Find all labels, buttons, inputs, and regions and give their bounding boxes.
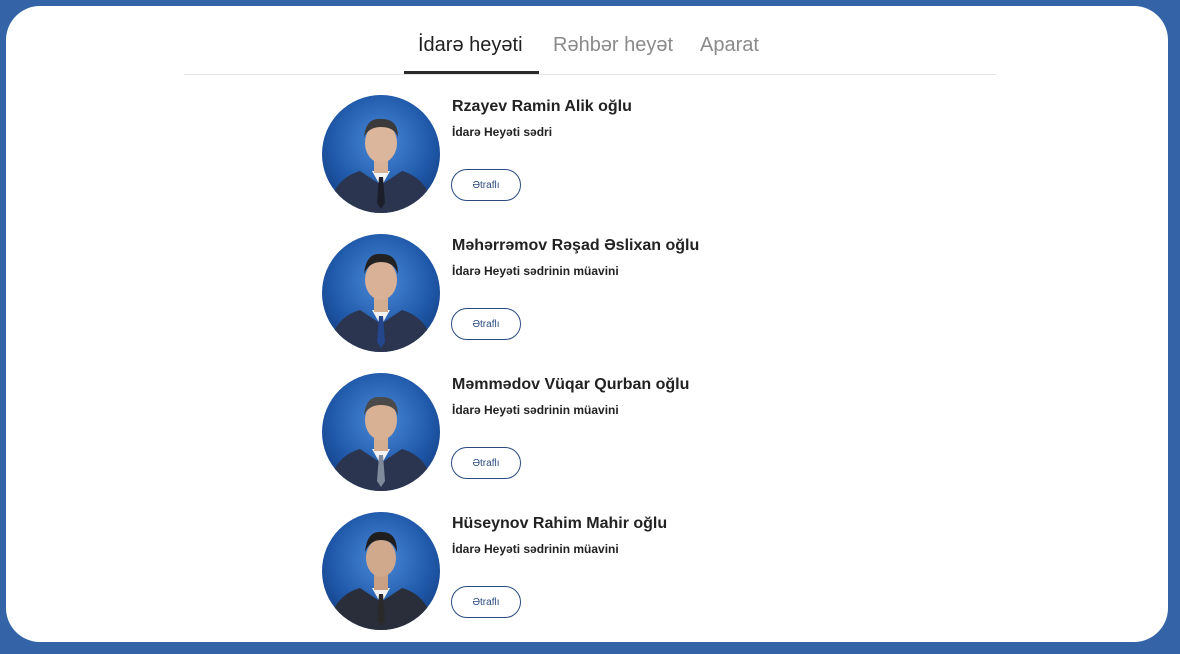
list-item: Hüseynov Rahim Mahir oğlu İdarə Heyəti s…	[322, 512, 922, 632]
list-item: Məmmədov Vüqar Qurban oğlu İdarə Heyəti …	[322, 373, 922, 493]
person-name: Rzayev Ramin Alik oğlu	[452, 98, 632, 115]
person-role: İdarə Heyəti sədrinin müavini	[452, 264, 619, 278]
person-portrait-icon	[322, 512, 440, 630]
details-button[interactable]: Ətraflı	[451, 447, 521, 479]
list-item: Məhərrəmov Rəşad Əslixan oğlu İdarə Heyə…	[322, 234, 922, 354]
person-portrait-icon	[322, 95, 440, 213]
person-name: Hüseynov Rahim Mahir oğlu	[452, 515, 668, 532]
details-button[interactable]: Ətraflı	[451, 169, 521, 201]
details-button[interactable]: Ətraflı	[451, 308, 521, 340]
details-button[interactable]: Ətraflı	[451, 586, 521, 618]
board-members-list: Rzayev Ramin Alik oğlu İdarə Heyəti sədr…	[6, 6, 1168, 642]
person-role: İdarə Heyəti sədrinin müavini	[452, 403, 619, 417]
person-role: İdarə Heyəti sədrinin müavini	[452, 542, 619, 556]
person-name: Məhərrəmov Rəşad Əslixan oğlu	[452, 237, 700, 254]
list-item: Rzayev Ramin Alik oğlu İdarə Heyəti sədr…	[322, 95, 922, 215]
person-role: İdarə Heyəti sədri	[452, 125, 553, 139]
person-name: Məmmədov Vüqar Qurban oğlu	[452, 376, 690, 393]
person-portrait-icon	[322, 373, 440, 491]
page-frame: İdarə heyəti Rəhbər heyət Aparat Rzayev …	[6, 6, 1168, 642]
person-portrait-icon	[322, 234, 440, 352]
